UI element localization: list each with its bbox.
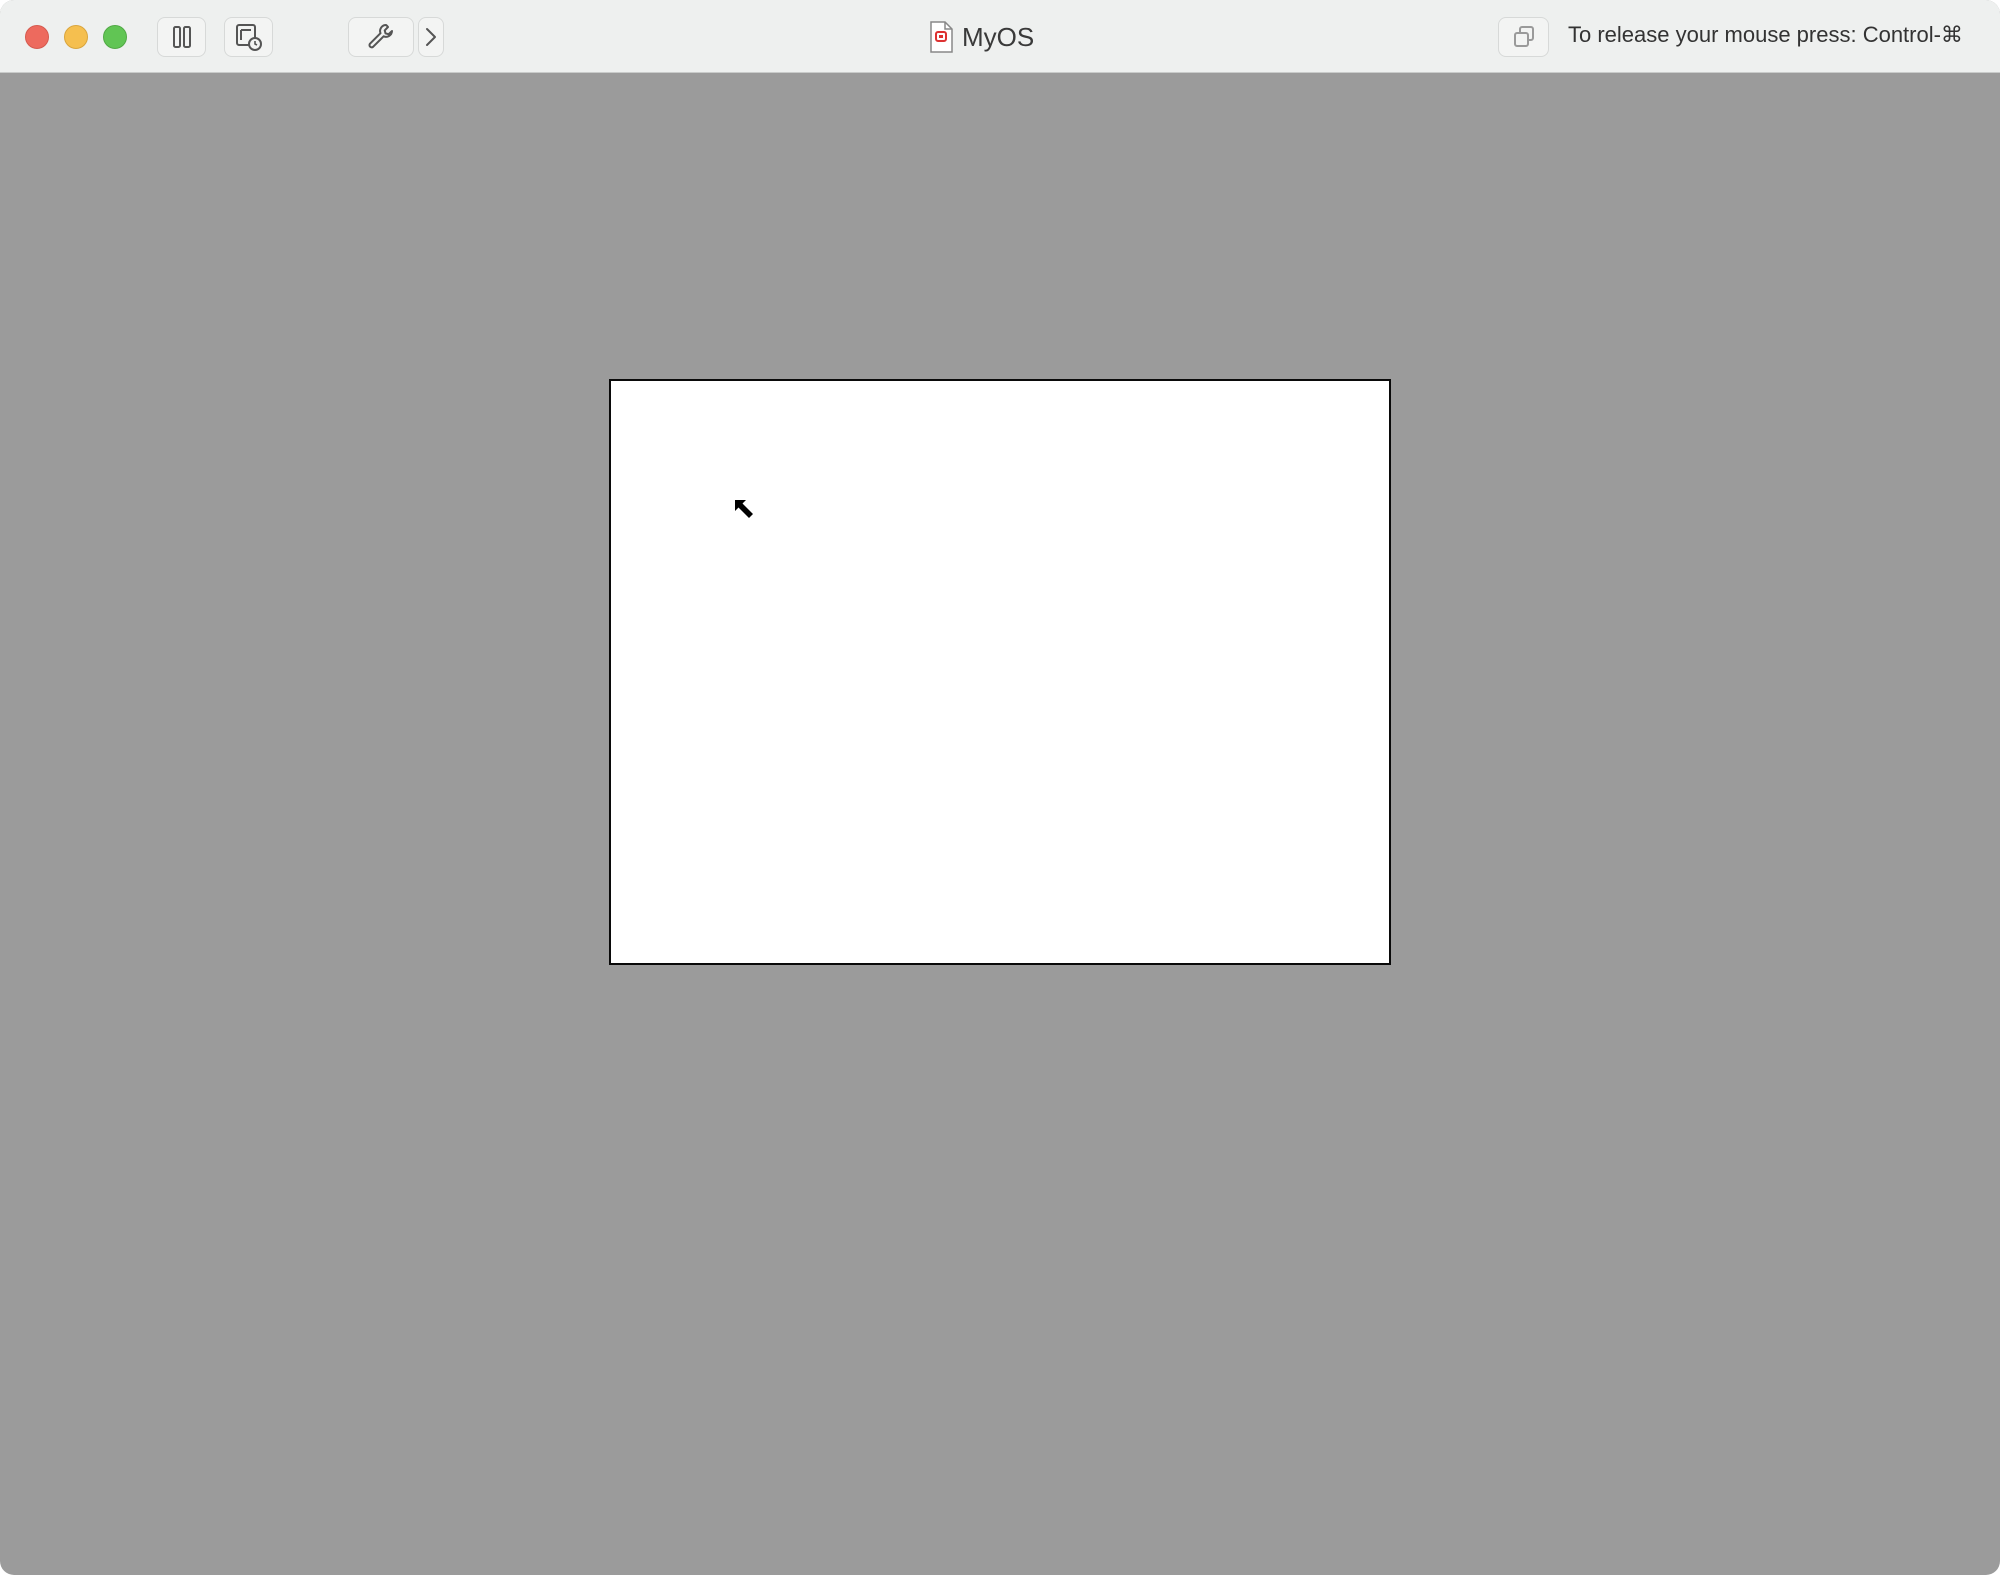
display-icon xyxy=(1513,26,1534,47)
vm-document-icon xyxy=(930,21,953,53)
toolbar-more-button[interactable] xyxy=(418,17,444,57)
vm-window: MyOS To release your mouse press: Contro… xyxy=(0,0,2000,1575)
pause-icon xyxy=(172,26,191,48)
minimize-window-button[interactable] xyxy=(64,25,88,49)
mouse-pointer-icon xyxy=(735,500,753,518)
settings-button[interactable] xyxy=(348,17,414,57)
window-title: MyOS xyxy=(928,18,1034,56)
guest-display[interactable] xyxy=(609,379,1391,965)
snapshot-button[interactable] xyxy=(224,17,273,57)
chevron-right-icon xyxy=(426,28,436,46)
pause-button[interactable] xyxy=(157,17,206,57)
window-title-text: MyOS xyxy=(962,21,1035,52)
display-button[interactable] xyxy=(1498,17,1549,57)
title-bar: MyOS To release your mouse press: Contro… xyxy=(0,0,2000,73)
close-window-button[interactable] xyxy=(25,25,49,49)
mouse-release-hint: To release your mouse press: Control-⌘ xyxy=(1568,22,1963,47)
zoom-window-button[interactable] xyxy=(103,25,127,49)
wrench-icon xyxy=(368,24,393,49)
snapshot-icon xyxy=(235,24,262,51)
